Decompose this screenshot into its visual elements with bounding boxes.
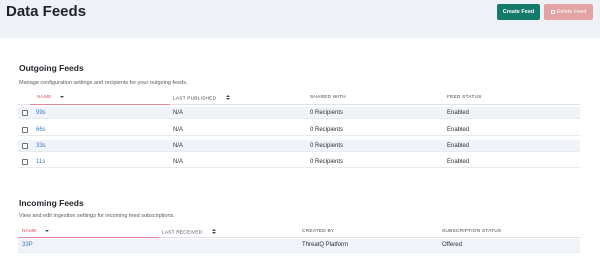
- last-published-cell: N/A: [173, 126, 184, 133]
- last-published-cell: N/A: [173, 109, 184, 116]
- feed-name-link[interactable]: 99s: [36, 110, 46, 116]
- row-checkbox[interactable]: [22, 159, 28, 165]
- shared-with-cell: 0 Recipients: [310, 142, 344, 149]
- incoming-feeds-description: View and edit ingestion settings for inc…: [19, 213, 175, 219]
- shared-with-cell: 0 Recipients: [310, 158, 344, 165]
- caret-down-icon: [44, 229, 49, 232]
- sort-icon: [212, 229, 217, 235]
- created-by-cell: ThreatQ Platform: [302, 242, 349, 248]
- delete-feed-button[interactable]: Delete Feed: [544, 4, 593, 20]
- trash-icon: [550, 10, 555, 14]
- outgoing-feeds-title: Outgoing Feeds: [19, 63, 84, 73]
- feed-status-cell: Enabled: [447, 109, 470, 116]
- last-published-cell: N/A: [173, 158, 184, 165]
- table-row[interactable]: 33P ThreatQ Platform Offered: [18, 239, 580, 253]
- delete-feed-label: Delete Feed: [556, 9, 587, 15]
- table-row[interactable]: 11s N/A 0 Recipients Enabled: [18, 156, 580, 168]
- col-header-last-published[interactable]: LAST PUBLISHED: [173, 95, 231, 101]
- feed-status-cell: Enabled: [447, 126, 470, 133]
- col-header-last-received[interactable]: LAST RECEIVED: [162, 229, 217, 235]
- feed-status-cell: Enabled: [447, 158, 470, 165]
- row-checkbox[interactable]: [22, 143, 28, 149]
- feed-status-cell: Enabled: [447, 142, 470, 149]
- page-title: Data Feeds: [6, 3, 87, 20]
- table-row[interactable]: 66s N/A 0 Recipients Enabled: [18, 124, 580, 136]
- create-feed-button[interactable]: Create Feed: [497, 4, 540, 20]
- feed-name-link[interactable]: 66s: [36, 127, 46, 133]
- row-checkbox[interactable]: [22, 127, 28, 133]
- shared-with-cell: 0 Recipients: [310, 126, 344, 133]
- row-checkbox[interactable]: [22, 110, 28, 116]
- sort-underline: [18, 237, 159, 238]
- outgoing-feeds-description: Manage configuration settings and recipi…: [19, 80, 188, 86]
- sort-underline: [30, 104, 170, 105]
- table-row[interactable]: 99s N/A 0 Recipients Enabled: [18, 107, 580, 119]
- col-header-name[interactable]: NAME: [22, 229, 49, 234]
- feed-name-link[interactable]: 33P: [22, 242, 33, 248]
- last-published-cell: N/A: [173, 142, 184, 149]
- col-header-created-by: CREATED BY: [302, 229, 335, 234]
- col-header-shared-with: SHARED WITH: [310, 95, 346, 100]
- col-header-feed-status: FEED STATUS: [447, 95, 482, 100]
- incoming-feeds-title: Incoming Feeds: [19, 198, 84, 208]
- page-header: Data Feeds Create Feed Delete Feed: [0, 0, 600, 38]
- subscription-status-cell: Offered: [442, 242, 462, 248]
- shared-with-cell: 0 Recipients: [310, 109, 344, 116]
- table-row[interactable]: 33s N/A 0 Recipients Enabled: [18, 140, 580, 152]
- feed-name-link[interactable]: 11s: [36, 159, 45, 165]
- caret-down-icon: [59, 95, 64, 98]
- col-header-subscription-status: SUBSCRIPTION STATUS: [442, 229, 502, 234]
- feed-name-link[interactable]: 33s: [36, 143, 46, 149]
- sort-icon: [226, 95, 231, 101]
- col-header-name[interactable]: NAME: [37, 95, 64, 100]
